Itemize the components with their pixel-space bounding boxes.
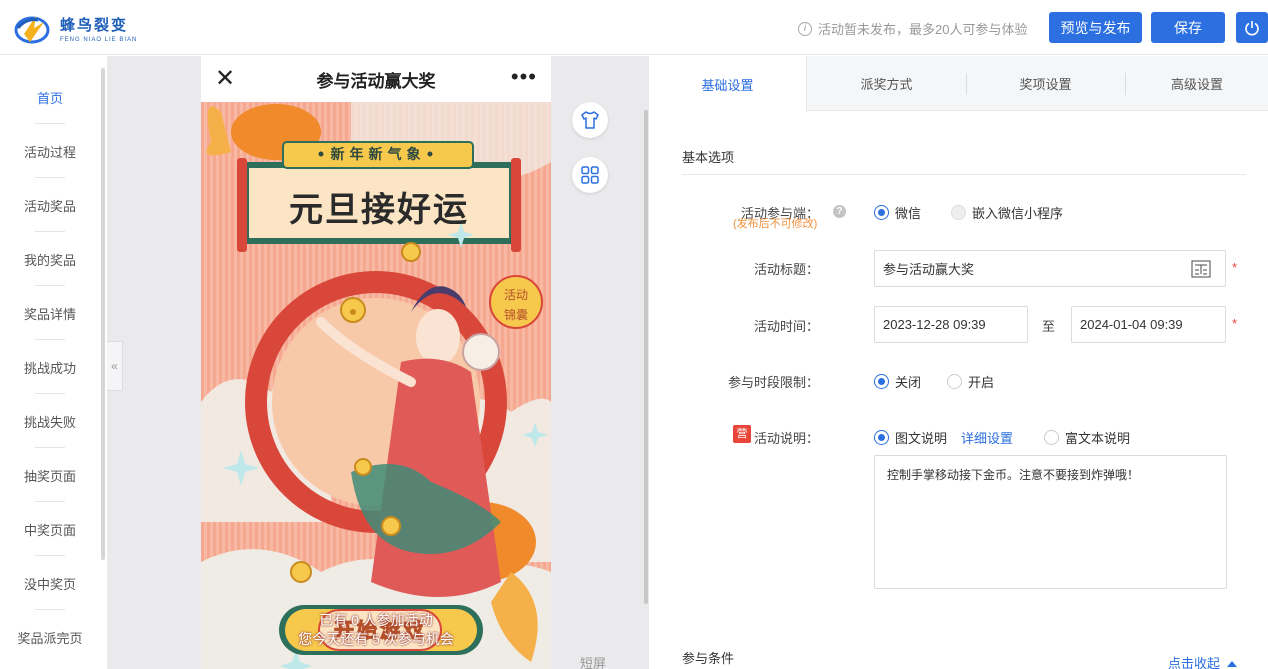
activity-poster: •新年新气象• 元旦接好运 活动 锦囊 开始游戏 bbox=[201, 102, 551, 669]
page-sidebar: 首页 活动过程 活动奖品 我的奖品 奖品详情 挑战成功 挑战失败 抽奖页面 中奖… bbox=[0, 56, 107, 669]
save-button[interactable]: 保存 bbox=[1151, 12, 1225, 43]
caret-up-icon bbox=[1226, 661, 1237, 667]
radio-unchecked-icon bbox=[1044, 430, 1059, 445]
poster-banner-title: 元旦接好运 bbox=[289, 190, 469, 230]
sidebar-divider bbox=[35, 123, 65, 124]
notice-text: 活动暂未发布，最多20人可参与体验 bbox=[818, 22, 1028, 37]
text-template-icon[interactable] bbox=[1191, 260, 1211, 278]
description-textarea[interactable]: 控制手掌移动接下金币。注意不要接到炸弹哦！ bbox=[874, 455, 1227, 589]
sidebar-item-prizes-out[interactable]: 奖品派完页 bbox=[0, 628, 100, 647]
end-time-input[interactable]: 2024-01-04 09:39 bbox=[1071, 306, 1226, 343]
sidebar-divider bbox=[35, 231, 65, 232]
sidebar-divider bbox=[35, 555, 65, 556]
start-time-input[interactable]: 2023-12-28 09:39 bbox=[874, 306, 1028, 343]
sidebar-item-process[interactable]: 活动过程 bbox=[0, 142, 100, 161]
sidebar-item-prize-detail[interactable]: 奖品详情 bbox=[0, 304, 100, 323]
tab-advanced-settings[interactable]: 高级设置 bbox=[1125, 56, 1268, 111]
sidebar-divider bbox=[35, 393, 65, 394]
sidebar-item-challenge-fail[interactable]: 挑战失败 bbox=[0, 412, 100, 431]
brand-name: 蜂鸟裂变 bbox=[60, 16, 129, 34]
more-icon[interactable]: ••• bbox=[511, 64, 537, 90]
description-option-graphic[interactable]: 图文说明 bbox=[874, 428, 947, 447]
required-mark: * bbox=[1232, 316, 1238, 331]
phone-preview: ✕ 参与活动赢大奖 ••• •新年新气象• 元旦接好运 活动 锦囊 开始游戏 已… bbox=[201, 56, 551, 669]
section-title: 基本选项 bbox=[682, 150, 735, 165]
sidebar-divider bbox=[35, 447, 65, 448]
sidebar-item-no-win[interactable]: 没中奖页 bbox=[0, 574, 100, 593]
radio-checked-icon bbox=[874, 205, 889, 220]
poster-badge-bottom: 锦囊 bbox=[503, 308, 528, 322]
joined-count-text: 已有 0 人参加活动 bbox=[319, 612, 433, 628]
radio-label: 嵌入微信小程序 bbox=[972, 206, 1064, 221]
platform-note: (发布后不可修改) bbox=[733, 218, 818, 230]
radio-checked-icon bbox=[874, 374, 889, 389]
preview-publish-button[interactable]: 预览与发布 bbox=[1049, 12, 1142, 43]
phone-page-title: 参与活动赢大奖 bbox=[316, 71, 436, 91]
description-label: 活动说明： bbox=[753, 431, 819, 446]
platform-option-miniprogram: 嵌入微信小程序 bbox=[951, 203, 1063, 222]
tab-prize-settings[interactable]: 奖项设置 bbox=[966, 56, 1125, 111]
platform-option-wechat[interactable]: 微信 bbox=[874, 203, 921, 222]
sidebar-divider bbox=[35, 501, 65, 502]
required-mark: * bbox=[1232, 260, 1238, 275]
grid-icon bbox=[581, 166, 599, 184]
radio-label: 开启 bbox=[968, 375, 995, 390]
title-input[interactable]: 参与活动赢大奖 bbox=[874, 250, 1226, 287]
brand-name-en: FENG NIAO LIE BIAN bbox=[60, 36, 138, 43]
info-icon: i bbox=[798, 21, 812, 36]
sidebar-item-challenge-success[interactable]: 挑战成功 bbox=[0, 358, 100, 377]
section-divider bbox=[682, 174, 1246, 175]
radio-checked-icon bbox=[874, 430, 889, 445]
sidebar-divider bbox=[35, 177, 65, 178]
remaining-chances-text: 您今天还有 5 次参与机会 bbox=[298, 631, 454, 647]
conditions-title: 参与条件 bbox=[682, 651, 735, 666]
period-limit-off[interactable]: 关闭 bbox=[874, 372, 921, 391]
sidebar-item-lottery[interactable]: 抽奖页面 bbox=[0, 466, 100, 485]
sidebar-divider bbox=[35, 339, 65, 340]
settings-panel: 基础设置 派奖方式 奖项设置 高级设置 基本选项 活动参与端： (发布后不可修改… bbox=[648, 56, 1268, 669]
sidebar-divider bbox=[35, 609, 65, 610]
sidebar-item-my-prizes[interactable]: 我的奖品 bbox=[0, 250, 100, 269]
title-label: 活动标题： bbox=[753, 262, 819, 277]
settings-tabs: 基础设置 派奖方式 奖项设置 高级设置 bbox=[649, 56, 1268, 112]
power-icon bbox=[1245, 20, 1259, 35]
tab-prize-distribution[interactable]: 派奖方式 bbox=[807, 56, 966, 111]
sidebar-item-home[interactable]: 首页 bbox=[0, 88, 100, 107]
time-label: 活动时间： bbox=[753, 319, 819, 334]
fold-toggle[interactable]: 点击收起 bbox=[1168, 653, 1237, 669]
close-icon[interactable]: ✕ bbox=[215, 67, 235, 91]
time-separator: 至 bbox=[1042, 319, 1056, 334]
period-limit-on[interactable]: 开启 bbox=[947, 372, 994, 391]
hummingbird-logo-icon bbox=[12, 8, 52, 48]
help-icon[interactable]: ? bbox=[833, 205, 846, 218]
phone-nav-bar: ✕ 参与活动赢大奖 ••• bbox=[201, 56, 551, 102]
sidebar-divider bbox=[35, 285, 65, 286]
poster-banner-subtitle: •新年新气象• bbox=[316, 147, 440, 163]
sidebar-item-win[interactable]: 中奖页面 bbox=[0, 520, 100, 539]
detail-settings-link[interactable]: 详细设置 bbox=[961, 428, 1013, 447]
radio-unchecked-icon bbox=[947, 374, 962, 389]
theme-button[interactable] bbox=[572, 102, 608, 138]
radio-label: 微信 bbox=[895, 206, 922, 221]
sidebar-item-prizes[interactable]: 活动奖品 bbox=[0, 196, 100, 215]
fold-label: 点击收起 bbox=[1168, 656, 1221, 669]
radio-label: 富文本说明 bbox=[1065, 431, 1131, 446]
brand-logo[interactable]: 蜂鸟裂变 FENG NIAO LIE BIAN bbox=[12, 8, 142, 48]
radio-label: 图文说明 bbox=[895, 431, 948, 446]
short-screen-label[interactable]: 短屏 bbox=[580, 653, 606, 669]
radio-label: 关闭 bbox=[895, 375, 922, 390]
collapse-sidebar-button[interactable]: « bbox=[107, 341, 123, 391]
power-button[interactable] bbox=[1236, 12, 1268, 43]
sidebar-scrollbar[interactable] bbox=[101, 68, 105, 560]
title-input-value: 参与活动赢大奖 bbox=[883, 262, 975, 277]
top-header: 蜂鸟裂变 FENG NIAO LIE BIAN i 活动暂未发布，最多20人可参… bbox=[0, 0, 1268, 55]
shirt-icon bbox=[581, 111, 599, 129]
description-option-richtext[interactable]: 富文本说明 bbox=[1044, 428, 1130, 447]
tab-basic-settings[interactable]: 基础设置 bbox=[649, 56, 807, 112]
poster-badge-top: 活动 bbox=[503, 288, 528, 302]
period-limit-label: 参与时段限制： bbox=[727, 375, 819, 390]
publish-notice: i 活动暂未发布，最多20人可参与体验 bbox=[798, 19, 1027, 38]
radio-disabled-icon bbox=[951, 205, 966, 220]
components-button[interactable] bbox=[572, 157, 608, 193]
